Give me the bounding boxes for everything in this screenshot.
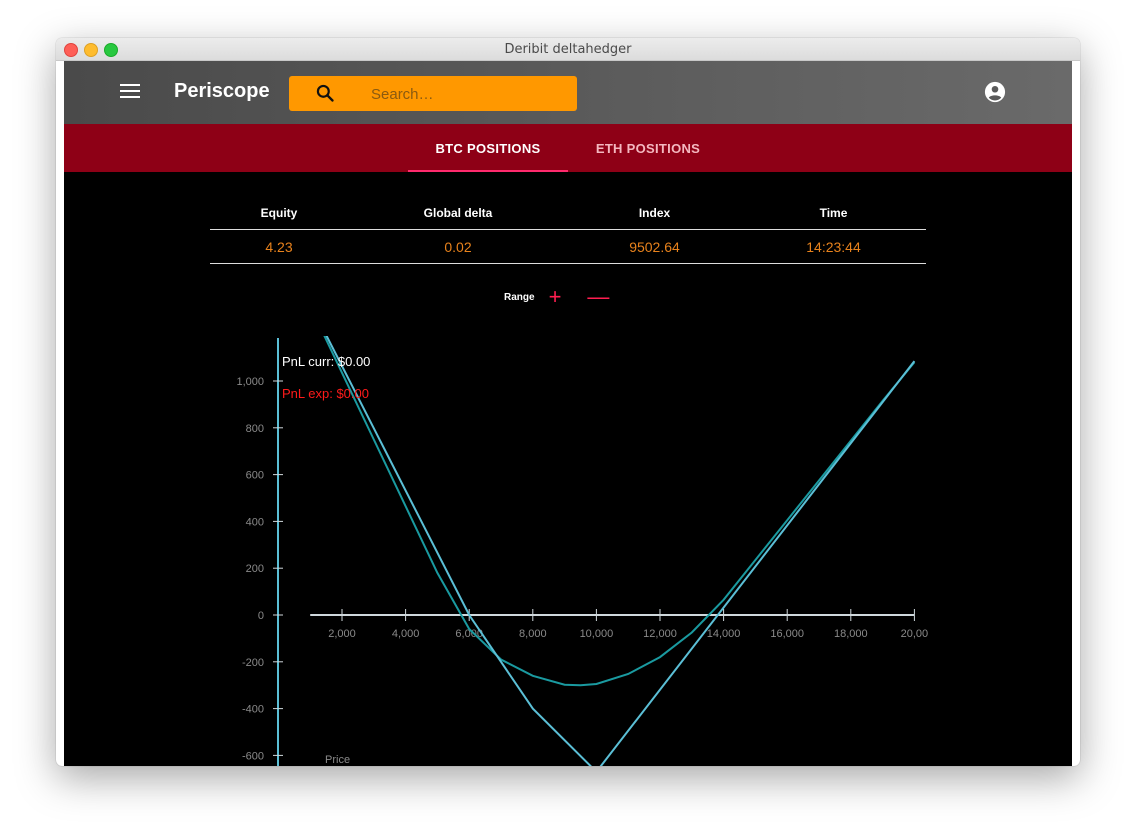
- y-tick-label: 400: [246, 516, 264, 528]
- x-tick-label: 8,000: [519, 628, 547, 640]
- pnl-current-label: PnL curr: $0.00: [282, 354, 370, 369]
- x-tick-label: 2,000: [328, 628, 356, 640]
- x-tick-label: 4,000: [392, 628, 420, 640]
- pnl-chart: -600 -400 -200 0 200 400 600 800 1,000 2,000 4,000…: [236, 336, 929, 766]
- x-tick-label: 12,000: [643, 628, 677, 640]
- x-tick-label: 10,000: [580, 628, 614, 640]
- y-tick-label: 200: [246, 563, 264, 575]
- pnl-expiry-series: [325, 336, 916, 766]
- pnl-expiry-label: PnL exp: $0.00: [282, 386, 369, 401]
- x-tick-label: 16,000: [770, 628, 804, 640]
- y-tick-label: 800: [246, 423, 264, 435]
- x-tick-label: 20,00: [901, 628, 929, 640]
- x-tick-label: 18,000: [834, 628, 868, 640]
- window-titlebar: Deribit deltahedger: [56, 38, 1080, 61]
- app-content: Periscope BTC POSITIONS ETH POSITIONS Eq: [64, 61, 1072, 766]
- x-axis-label: Price: [325, 754, 350, 766]
- app-window: Deribit deltahedger Periscope BTC POSI: [56, 38, 1080, 766]
- y-tick-label: -600: [242, 750, 264, 762]
- y-tick-label: 1,000: [236, 376, 264, 388]
- y-tick-label: -400: [242, 704, 264, 716]
- y-tick-label: 0: [258, 610, 264, 622]
- y-tick-label: -200: [242, 657, 264, 669]
- window-title: Deribit deltahedger: [504, 42, 632, 57]
- y-tick-label: 600: [246, 470, 264, 482]
- x-tick-label: 14,000: [707, 628, 741, 640]
